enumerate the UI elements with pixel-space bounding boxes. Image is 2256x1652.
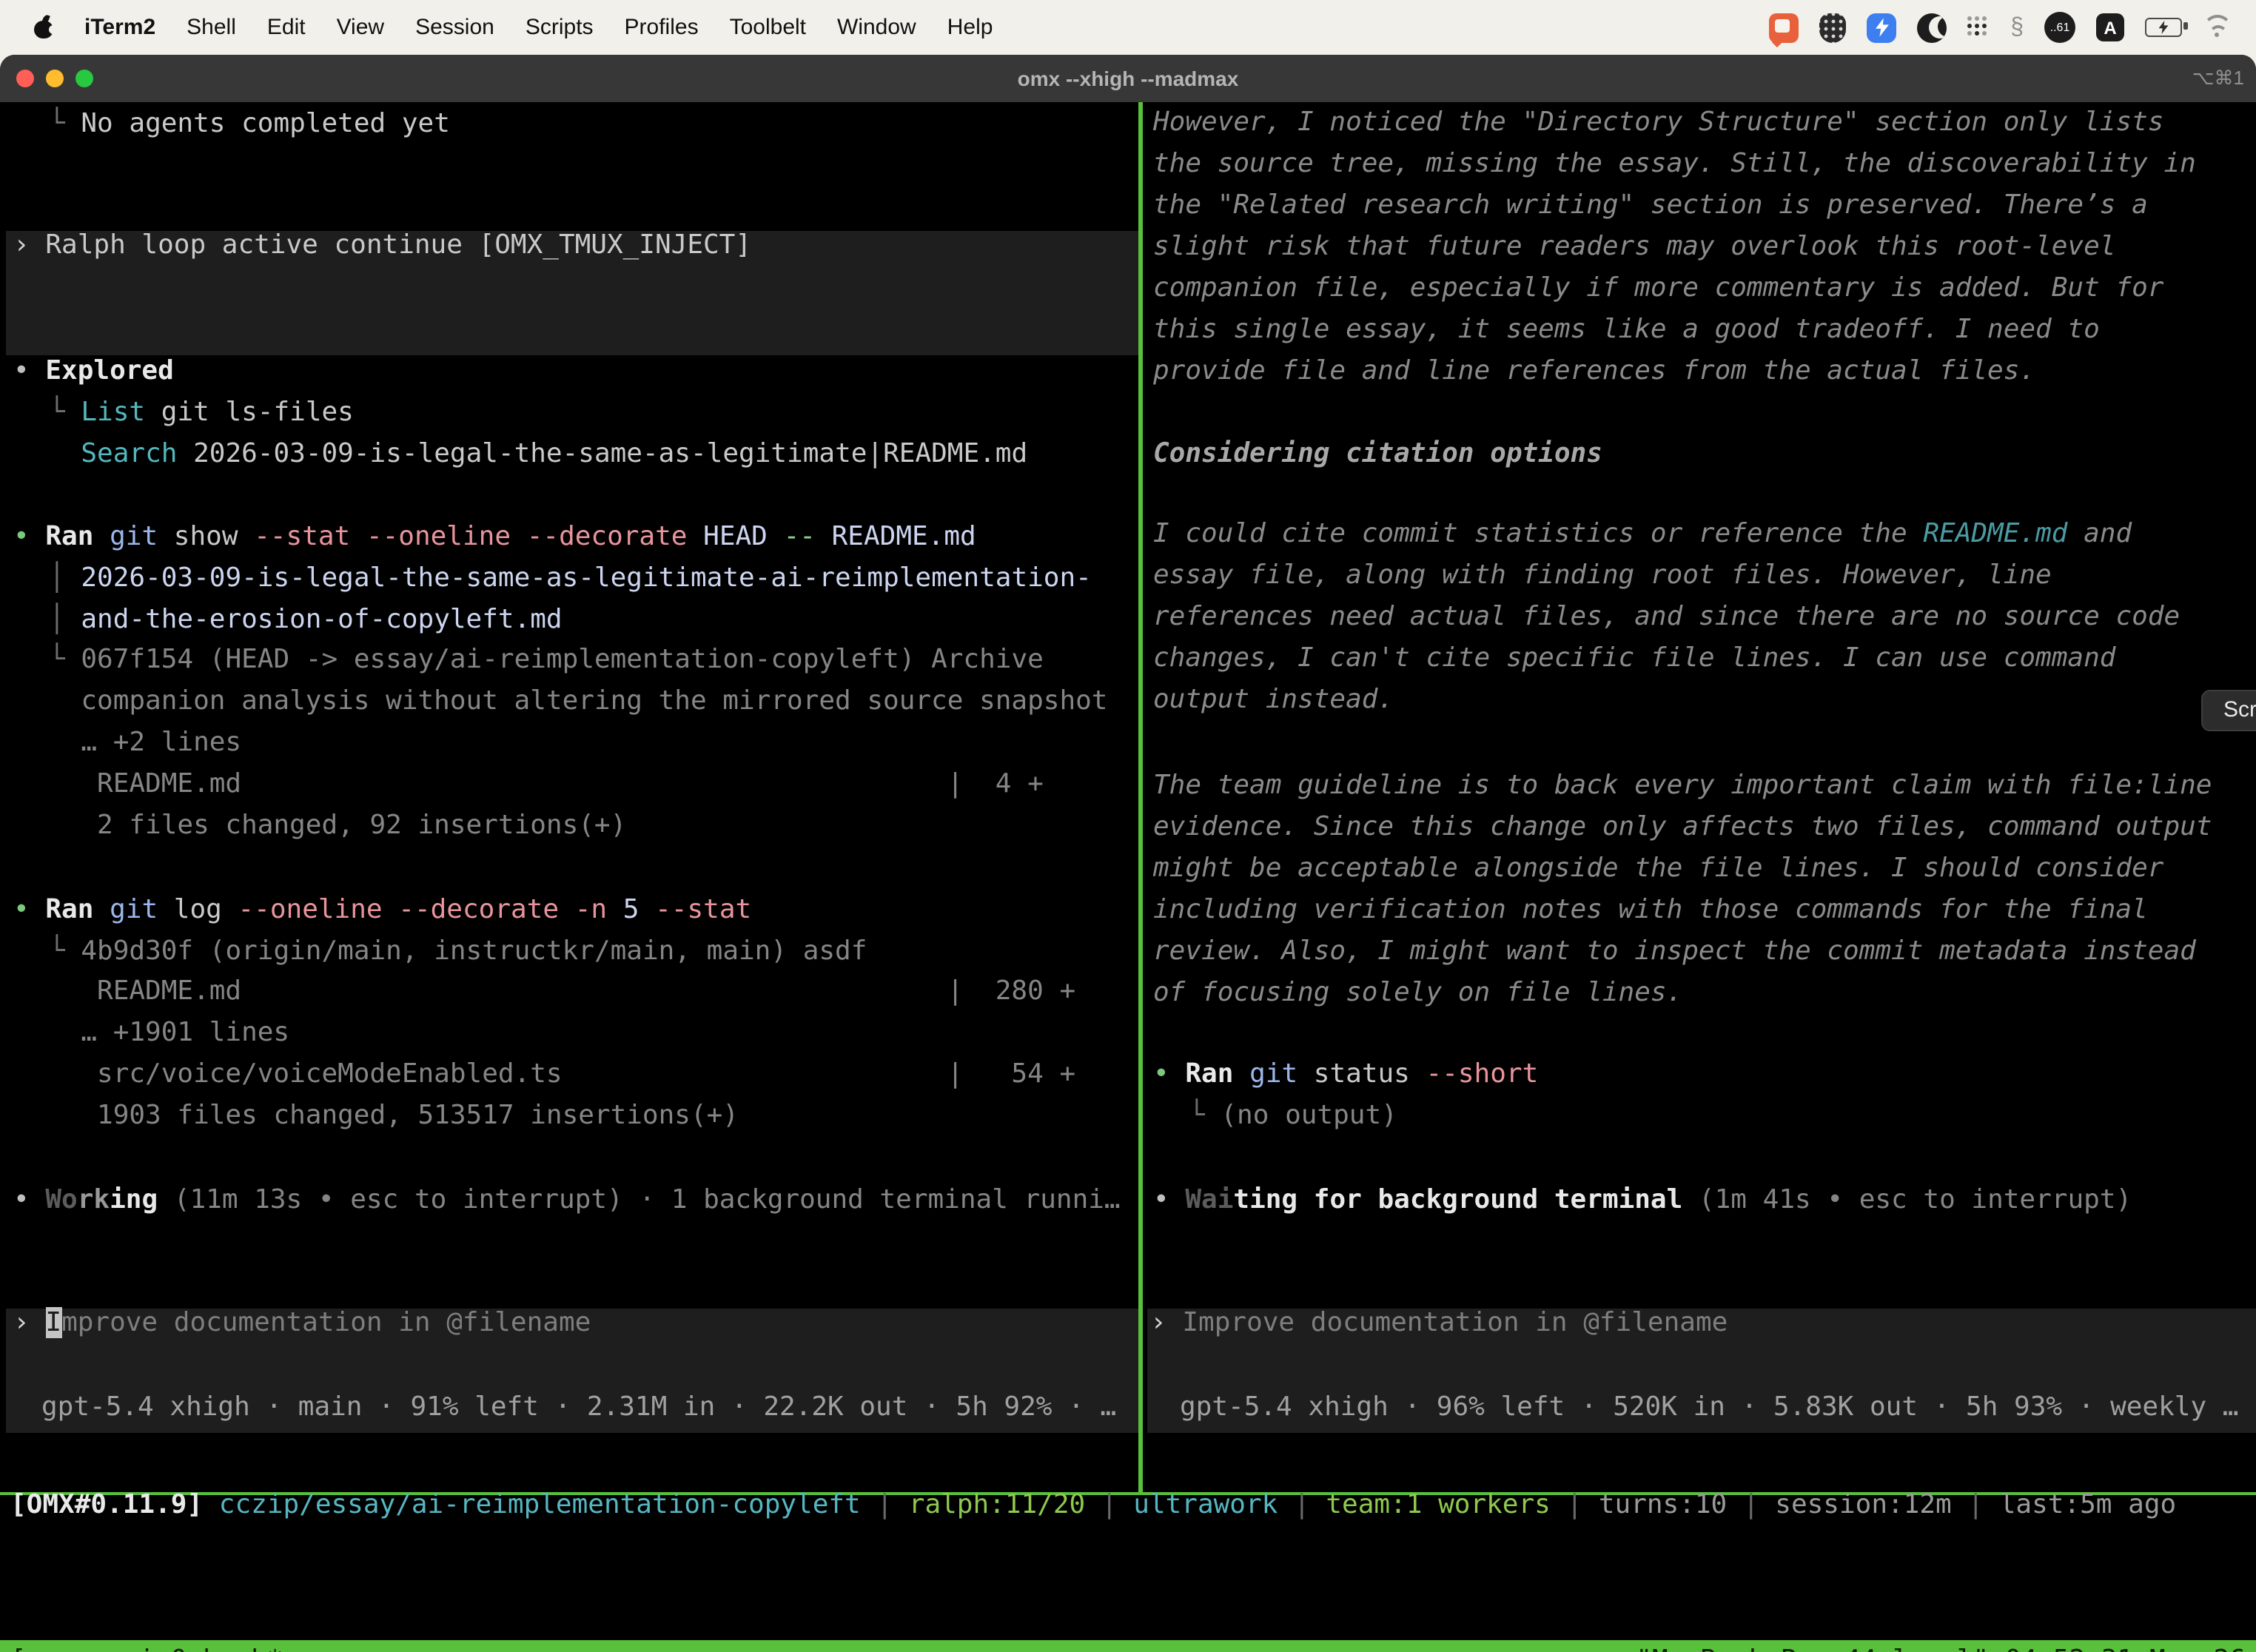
screen: iTerm2 Shell Edit View Session Scripts P… (0, 0, 2256, 1652)
tmux-host-clock-label: "MacBook-Pro-44.local" 04:52 31-Mar-26 (1636, 1640, 2246, 1652)
title-bar[interactable]: omx --xhigh --madmax ⌥⌘1 (0, 55, 2256, 104)
menu-bar: iTerm2 Shell Edit View Session Scripts P… (0, 0, 2256, 55)
iterm-window: omx --xhigh --madmax ⌥⌘1 [omx-cczip0:bas… (0, 55, 2256, 1652)
battery-charging-icon[interactable] (2145, 18, 2182, 37)
screen-tooltip: Scre (2201, 690, 2256, 731)
left-ralph-input-box[interactable] (6, 231, 1138, 355)
window-shortcut-badge: ⌥⌘1 (2192, 55, 2244, 102)
menu-item-scripts[interactable]: Scripts (526, 15, 594, 40)
squiggle-icon[interactable]: § (2010, 16, 2024, 39)
menu-item-session[interactable]: Session (415, 15, 494, 40)
letter-a-app-icon[interactable]: A (2096, 13, 2124, 41)
tmux-session-label[interactable]: [omx-cczip0:bash* (10, 1640, 283, 1652)
left-prompt-input-box[interactable] (6, 1309, 1138, 1433)
menu-item-iterm2[interactable]: iTerm2 (84, 15, 155, 40)
bolt-blue-icon[interactable] (1867, 13, 1896, 42)
shield-grid-icon[interactable] (1819, 13, 1846, 42)
chat-bubble-icon[interactable] (1769, 13, 1799, 42)
menu-item-toolbelt[interactable]: Toolbelt (730, 15, 806, 40)
menu-item-shell[interactable]: Shell (187, 15, 236, 40)
apple-bite (49, 24, 58, 33)
apple-menu-icon[interactable] (34, 17, 53, 38)
pane-divider-vertical[interactable] (1138, 102, 1143, 1495)
right-prompt-input-box[interactable] (1147, 1309, 2256, 1433)
dots-grid-icon[interactable] (1967, 16, 1990, 38)
badge-61-icon[interactable]: ..61 (2044, 12, 2075, 43)
window-title: omx --xhigh --madmax (0, 55, 2256, 102)
lightning-glyph (1875, 18, 1888, 37)
battery-bolt-glyph (2158, 21, 2169, 34)
wifi-icon[interactable] (2203, 16, 2232, 38)
menu-item-edit[interactable]: Edit (267, 15, 306, 40)
menu-item-view[interactable]: View (337, 15, 385, 40)
menu-item-profiles[interactable]: Profiles (625, 15, 699, 40)
crescent-circle-icon[interactable] (1917, 13, 1947, 42)
menu-item-help[interactable]: Help (947, 15, 993, 40)
pane-divider-horizontal (0, 1492, 2256, 1495)
menu-status-icons: § ..61 A (1769, 0, 2232, 55)
menu-items: iTerm2 Shell Edit View Session Scripts P… (84, 15, 993, 40)
menu-item-window[interactable]: Window (837, 15, 916, 40)
terminal-body[interactable]: [omx-cczip0:bash* "MacBook-Pro-44.local"… (0, 102, 2256, 1652)
tmux-status-bar: [omx-cczip0:bash* "MacBook-Pro-44.local"… (0, 1640, 2256, 1652)
